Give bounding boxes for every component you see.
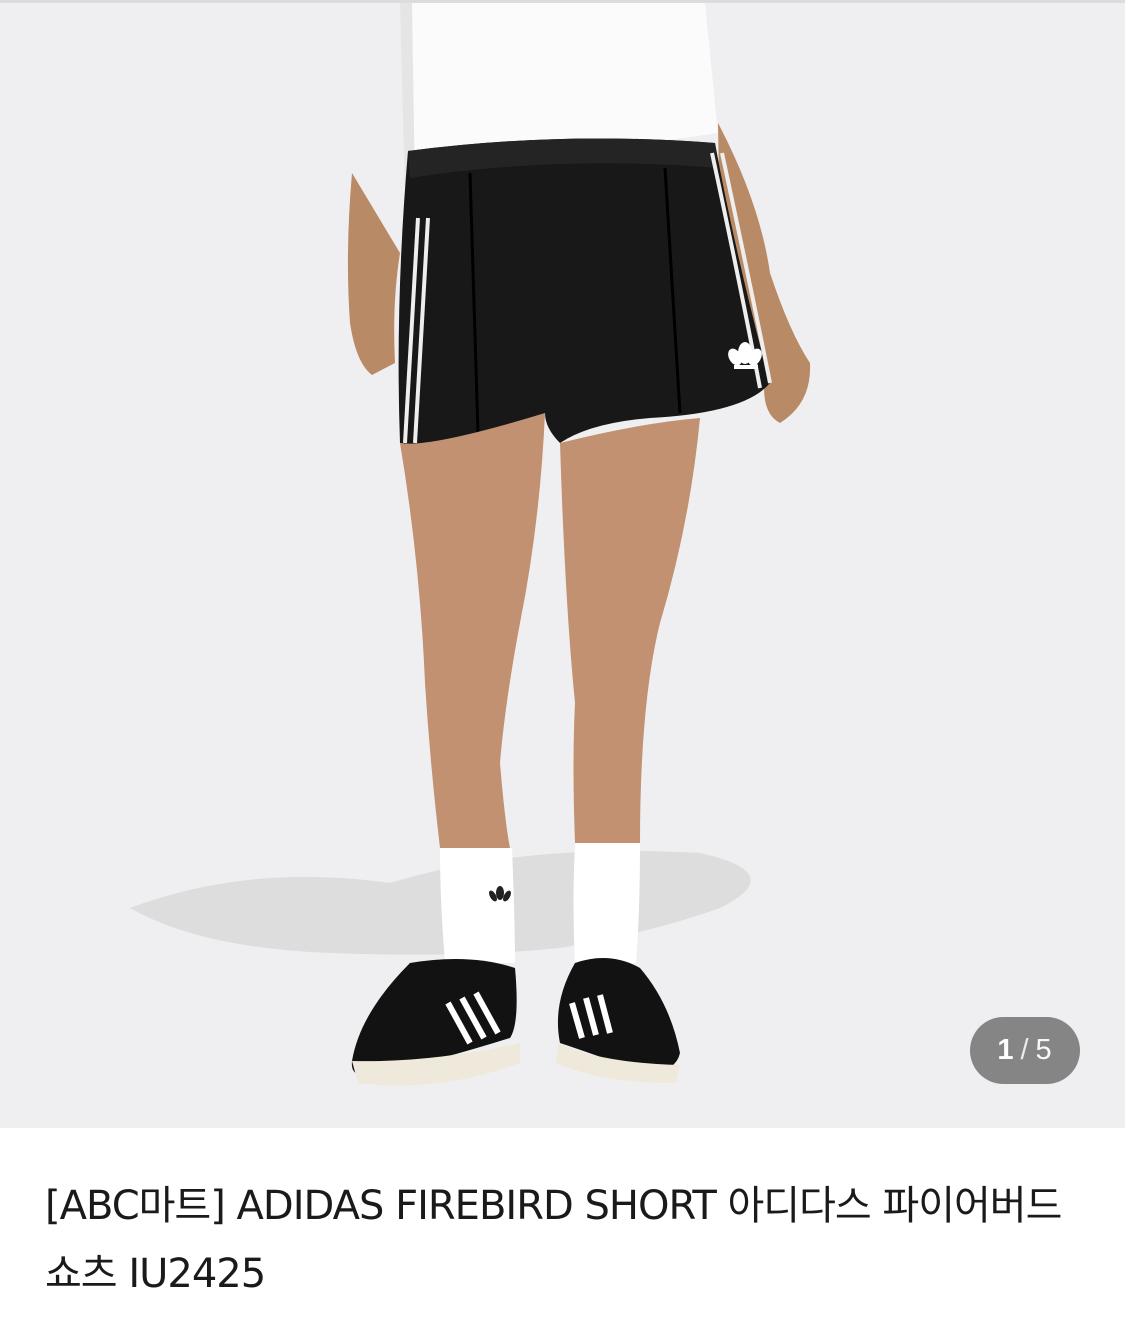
product-photo [0,3,1125,1128]
image-counter-current: 1 [997,1034,1015,1066]
image-counter-total: 5 [1035,1034,1053,1066]
product-info: [ABC마트] ADIDAS FIREBIRD SHORT 아디다스 파이어버드… [45,1172,1085,1308]
image-counter-separator: / [1020,1034,1030,1066]
product-image-gallery[interactable]: 1 / 5 [0,3,1125,1128]
image-counter-badge: 1 / 5 [970,1017,1080,1084]
product-detail-page: 1 / 5 [ABC마트] ADIDAS FIREBIRD SHORT 아디다스… [0,0,1125,1338]
product-title: [ABC마트] ADIDAS FIREBIRD SHORT 아디다스 파이어버드… [45,1183,1062,1297]
